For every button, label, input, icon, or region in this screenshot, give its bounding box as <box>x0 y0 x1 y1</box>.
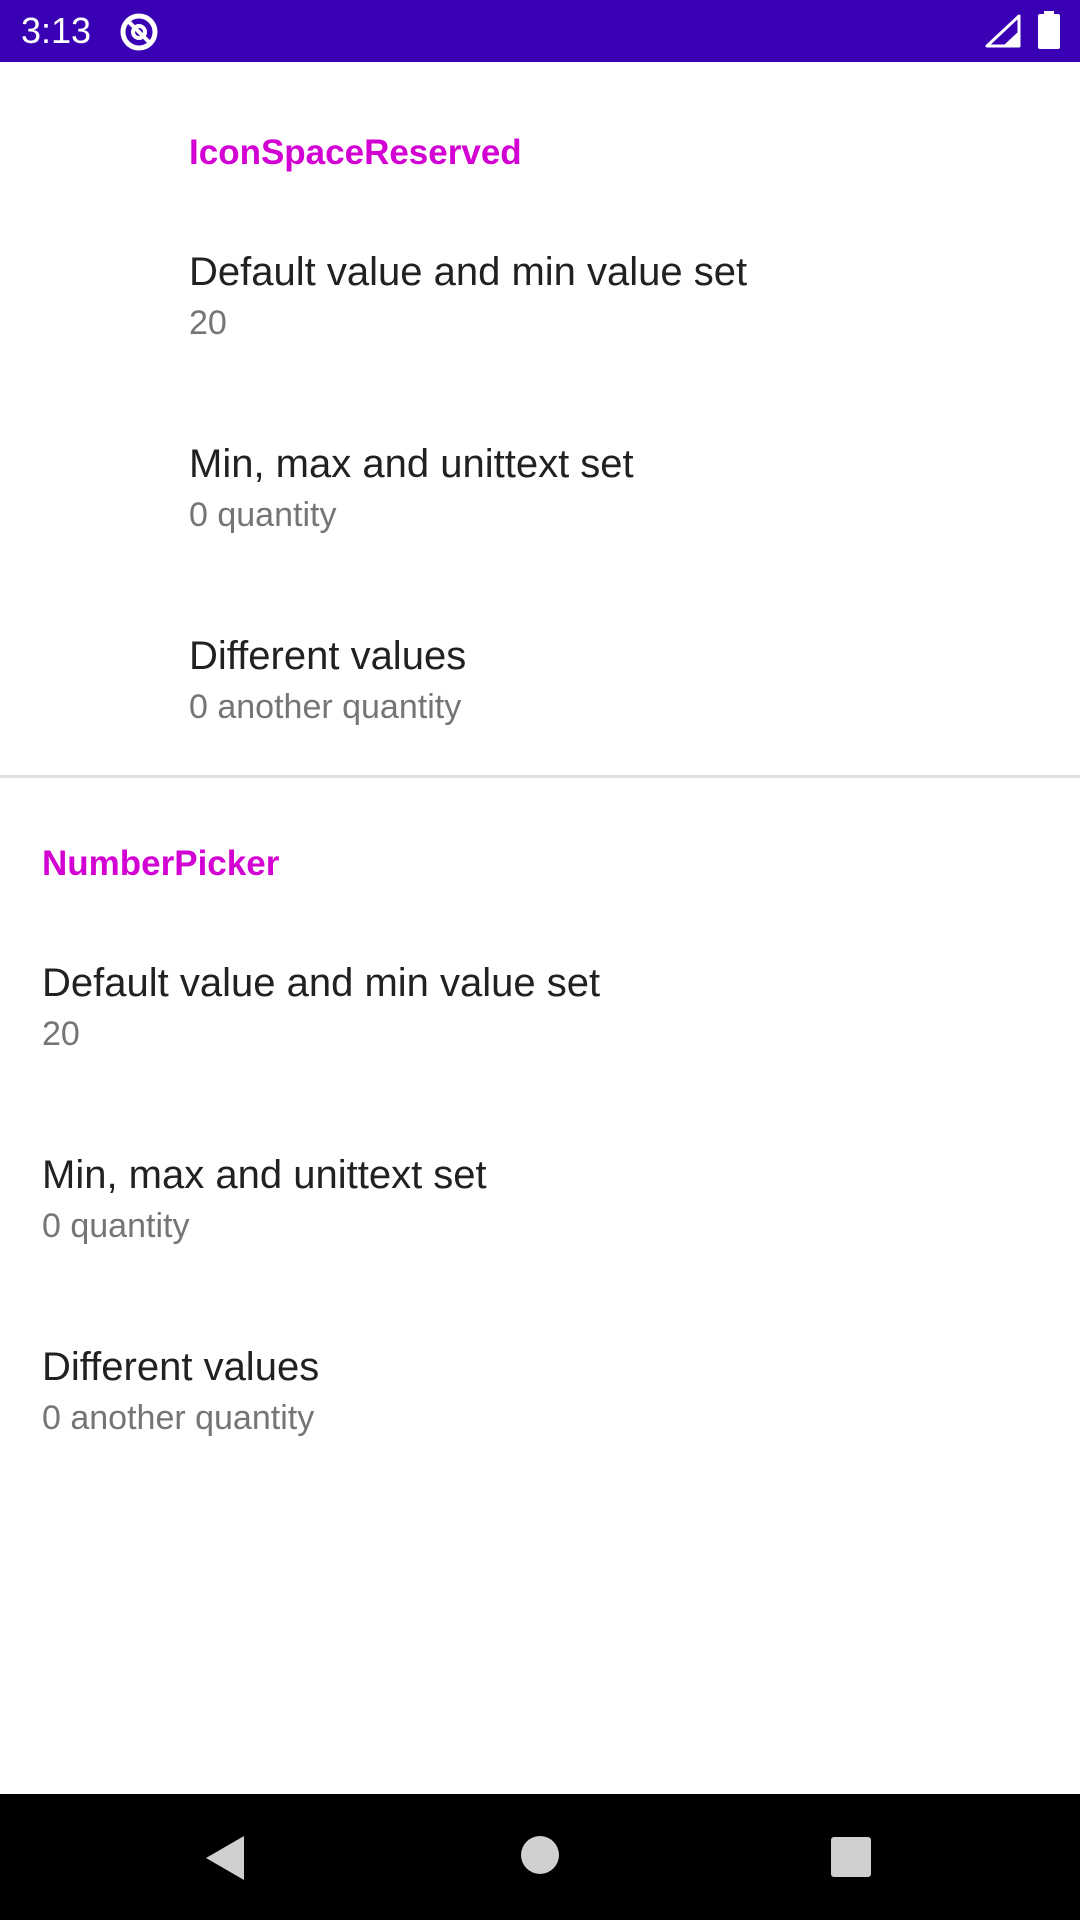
pref-item-default-min-value[interactable]: Default value and min value set 20 <box>0 226 1080 418</box>
section-divider <box>0 775 1080 778</box>
pref-item-min-max-unittext[interactable]: Min, max and unittext set 0 quantity <box>0 418 1080 610</box>
pref-item-summary: 0 quantity <box>189 496 337 534</box>
pref-item-min-max-unittext[interactable]: Min, max and unittext set 0 quantity <box>0 1129 1080 1321</box>
cell-signal-icon <box>985 14 1021 48</box>
pref-item-summary: 0 another quantity <box>189 688 462 726</box>
pref-item-default-min-value[interactable]: Default value and min value set 20 <box>0 937 1080 1129</box>
home-icon[interactable] <box>520 1835 560 1875</box>
pref-item-title: Default value and min value set <box>189 250 748 294</box>
category-title-iconspacereserved: IconSpaceReserved <box>189 133 522 172</box>
status-time: 3:13 <box>21 10 92 51</box>
app-notification-icon <box>120 13 158 51</box>
back-icon[interactable] <box>204 1834 246 1882</box>
pref-item-summary: 20 <box>42 1015 80 1053</box>
preferences-list: IconSpaceReserved Default value and min … <box>0 62 1080 1794</box>
pref-item-summary: 20 <box>189 304 227 342</box>
pref-item-summary: 0 another quantity <box>42 1399 315 1437</box>
pref-item-title: Different values <box>189 634 467 678</box>
navigation-bar <box>0 1794 1080 1920</box>
pref-item-title: Different values <box>42 1345 320 1389</box>
category-title-numberpicker: NumberPicker <box>42 844 280 883</box>
pref-item-title: Min, max and unittext set <box>42 1153 487 1197</box>
battery-icon <box>1038 11 1060 49</box>
pref-item-title: Min, max and unittext set <box>189 442 634 486</box>
pref-item-different-values[interactable]: Different values 0 another quantity <box>0 1321 1080 1513</box>
pref-item-summary: 0 quantity <box>42 1207 190 1245</box>
status-bar: 3:13 <box>0 0 1080 62</box>
pref-item-title: Default value and min value set <box>42 961 601 1005</box>
recents-icon[interactable] <box>830 1836 872 1878</box>
pref-item-different-values[interactable]: Different values 0 another quantity <box>0 610 1080 802</box>
